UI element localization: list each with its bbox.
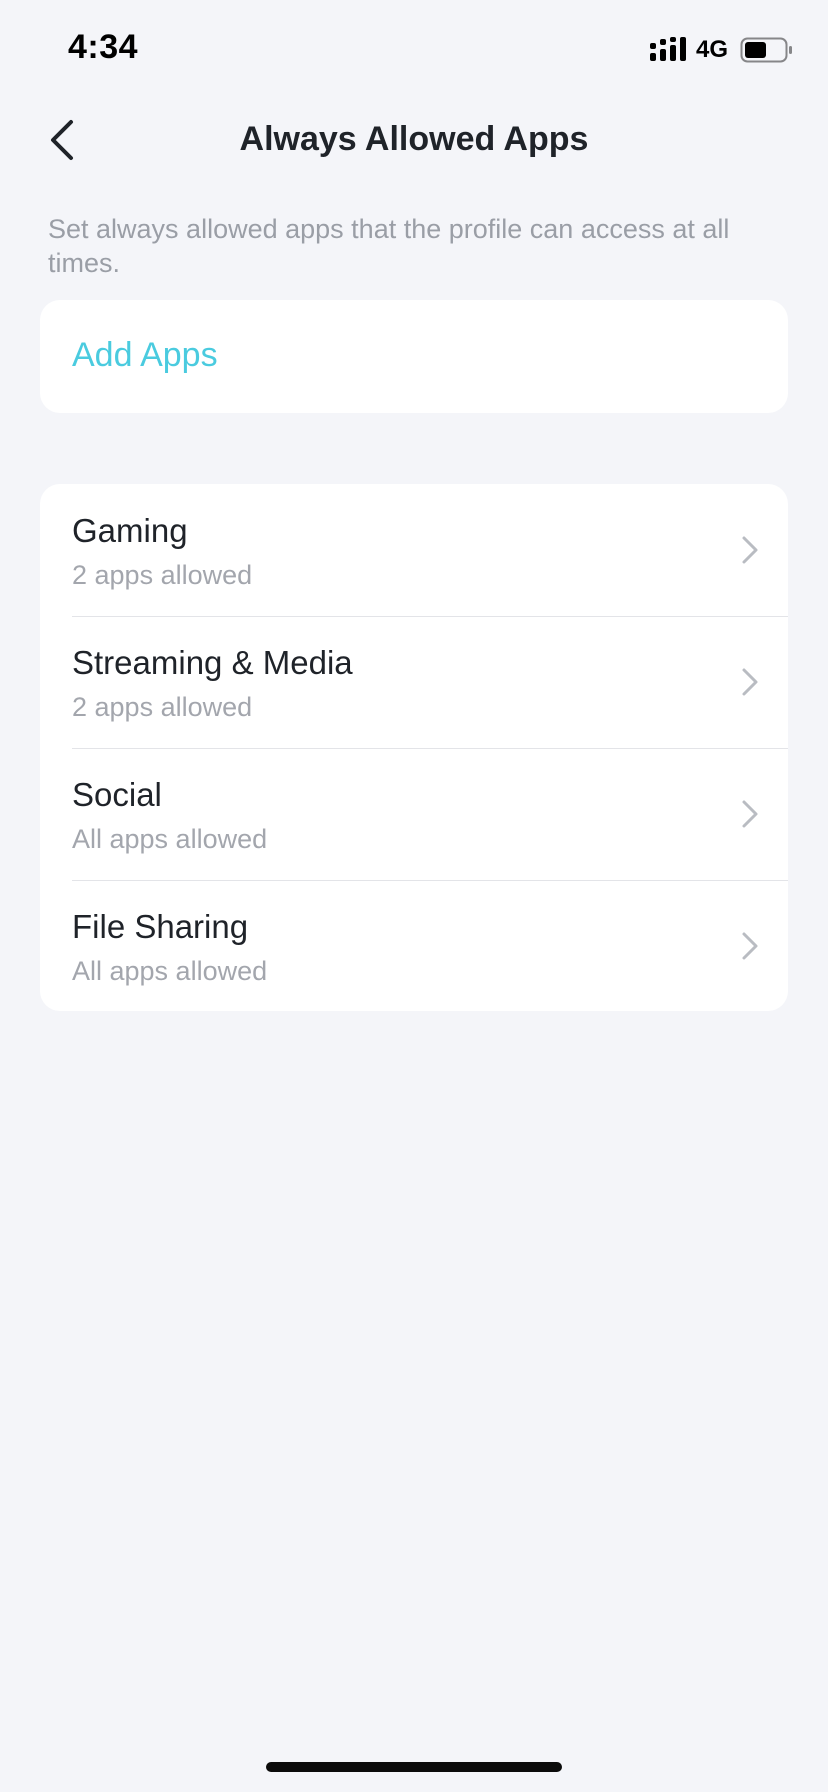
- home-indicator[interactable]: [266, 1762, 562, 1772]
- page-title: Always Allowed Apps: [239, 120, 589, 158]
- category-title: File Sharing: [72, 908, 249, 945]
- category-title: Gaming: [72, 512, 188, 549]
- status-time: 4:34: [68, 28, 139, 66]
- chevron-right-icon: [742, 800, 758, 828]
- category-item-file-sharing[interactable]: File Sharing All apps allowed: [40, 880, 788, 1011]
- chevron-right-icon: [742, 536, 758, 564]
- chevron-right-icon: [742, 668, 758, 696]
- category-status: 2 apps allowed: [72, 560, 253, 590]
- chevron-right-icon: [742, 932, 758, 960]
- page-description: Set always allowed apps that the profile…: [48, 214, 730, 278]
- category-status: 2 apps allowed: [72, 692, 253, 722]
- category-item-social[interactable]: Social All apps allowed: [40, 748, 788, 880]
- status-indicators: 4G: [649, 35, 794, 65]
- category-title: Streaming & Media: [72, 644, 353, 681]
- navigation-bar: Always Allowed Apps: [0, 100, 828, 180]
- add-apps-label: Add Apps: [72, 336, 218, 374]
- category-status: All apps allowed: [72, 824, 268, 854]
- category-title: Social: [72, 776, 162, 813]
- signal-icon: [649, 37, 686, 61]
- network-type-label: 4G: [695, 36, 728, 63]
- add-apps-button[interactable]: Add Apps: [40, 300, 788, 413]
- category-status: All apps allowed: [72, 956, 268, 986]
- battery-icon: [740, 37, 792, 63]
- always-allowed-apps-screen: 4:34 4G Always Allowed Apps Set always a…: [0, 0, 828, 1792]
- category-item-streaming-media[interactable]: Streaming & Media 2 apps allowed: [40, 616, 788, 748]
- category-item-gaming[interactable]: Gaming 2 apps allowed: [40, 484, 788, 616]
- status-bar: 4:34 4G: [0, 0, 828, 100]
- category-list: Gaming 2 apps allowed Streaming & Media …: [40, 484, 788, 1011]
